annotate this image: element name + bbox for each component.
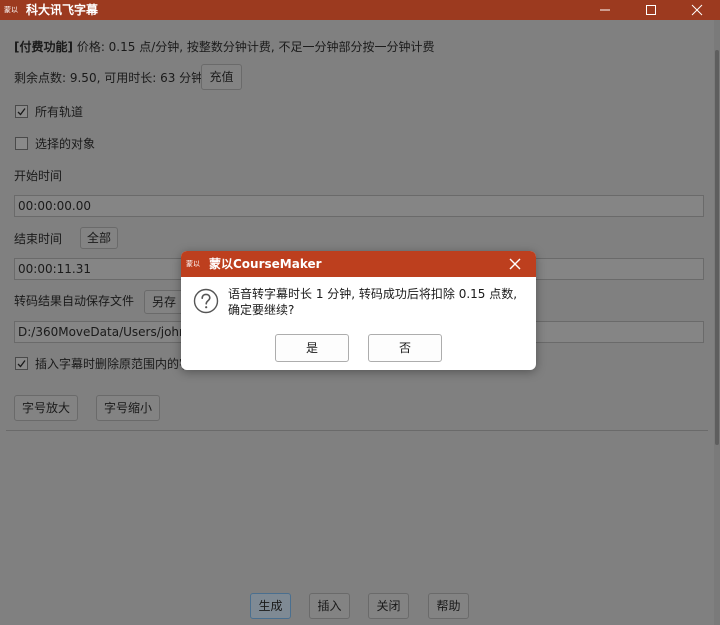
close-button[interactable]: 关闭 xyxy=(368,593,409,619)
help-button[interactable]: 帮助 xyxy=(428,593,469,619)
yes-button[interactable]: 是 xyxy=(275,334,349,362)
end-time-label: 结束时间 xyxy=(14,232,63,246)
selected-objects-checkbox[interactable] xyxy=(15,137,28,150)
insert-button[interactable]: 插入 xyxy=(309,593,350,619)
start-time-label: 开始时间 xyxy=(14,169,63,183)
checkmark-icon xyxy=(17,108,26,116)
checkmark-icon xyxy=(17,360,26,368)
window-titlebar: 蒙以 科大讯飞字幕 xyxy=(0,0,720,20)
recharge-button[interactable]: 充值 xyxy=(201,64,242,90)
pricing-text: 价格: 0.15 点/分钟, 按整数分钟计费, 不足一分钟部分按一分钟计费 xyxy=(76,40,435,54)
delete-range-label: 插入字幕时删除原范围内的字 xyxy=(35,357,192,371)
scrollbar[interactable] xyxy=(714,20,720,625)
all-tracks-checkbox[interactable] xyxy=(15,105,28,118)
all-button[interactable]: 全部 xyxy=(80,227,118,249)
dialog-message: 语音转字幕时长 1 分钟, 转码成功后将扣除 0.15 点数, 确定要继续? xyxy=(228,287,518,317)
all-tracks-label: 所有轨道 xyxy=(35,105,84,119)
font-shrink-button[interactable]: 字号缩小 xyxy=(96,395,160,421)
save-as-button[interactable]: 另存 xyxy=(144,290,184,314)
close-icon xyxy=(691,4,703,16)
window-title: 科大讯飞字幕 xyxy=(26,3,99,17)
autosave-label: 转码结果自动保存文件 xyxy=(14,294,135,308)
pricing-info: [付费功能] 价格: 0.15 点/分钟, 按整数分钟计费, 不足一分钟部分按一… xyxy=(14,39,435,55)
maximize-button[interactable] xyxy=(628,0,674,20)
dialog-title: 蒙以CourseMaker xyxy=(209,257,322,271)
dialog-logo-icon: 蒙以 xyxy=(186,260,200,268)
minimize-icon xyxy=(600,9,610,11)
question-icon xyxy=(193,288,219,314)
window-close-button[interactable] xyxy=(674,0,720,20)
divider xyxy=(6,430,708,431)
no-button[interactable]: 否 xyxy=(368,334,442,362)
font-enlarge-button[interactable]: 字号放大 xyxy=(14,395,78,421)
scrollbar-thumb[interactable] xyxy=(715,50,719,445)
delete-range-checkbox[interactable] xyxy=(15,357,28,370)
app-logo-icon: 蒙以 xyxy=(4,6,18,14)
dialog-titlebar: 蒙以 蒙以CourseMaker xyxy=(181,251,536,277)
balance-text: 剩余点数: 9.50, 可用时长: 63 分钟 xyxy=(14,71,204,85)
minimize-button[interactable] xyxy=(582,0,628,20)
close-icon xyxy=(509,258,521,270)
maximize-icon xyxy=(646,5,656,15)
start-time-input[interactable]: 00:00:00.00 xyxy=(14,195,704,217)
generate-button[interactable]: 生成 xyxy=(250,593,291,619)
confirm-dialog: 蒙以 蒙以CourseMaker 语音转字幕时长 1 分钟, 转码成功后将扣除 … xyxy=(181,251,536,370)
dialog-close-button[interactable] xyxy=(508,257,522,271)
selected-objects-label: 选择的对象 xyxy=(35,137,96,151)
paid-feature-tag: [付费功能] xyxy=(14,40,73,54)
